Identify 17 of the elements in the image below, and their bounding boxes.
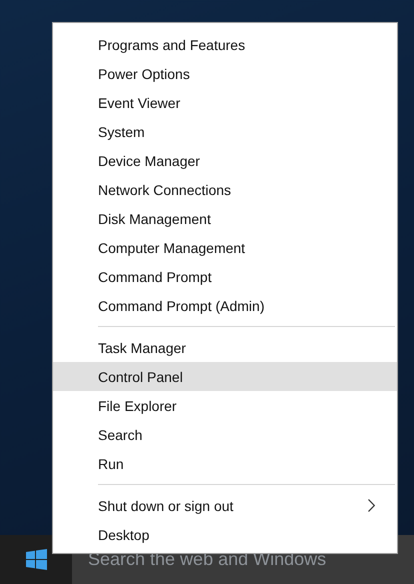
menu-item[interactable]: Network Connections	[53, 175, 397, 204]
menu-item[interactable]: Computer Management	[53, 233, 397, 262]
menu-item[interactable]: Disk Management	[53, 204, 397, 233]
menu-item[interactable]: Programs and Features	[53, 30, 397, 59]
menu-item[interactable]: Control Panel	[53, 362, 397, 391]
menu-item[interactable]: Device Manager	[53, 146, 397, 175]
menu-item[interactable]: Run	[53, 449, 397, 478]
menu-item[interactable]: System	[53, 117, 397, 146]
menu-item[interactable]: Command Prompt	[53, 262, 397, 291]
menu-item[interactable]: Power Options	[53, 59, 397, 88]
windows-logo-icon[interactable]	[26, 549, 46, 570]
menu-item[interactable]: Shut down or sign out	[53, 491, 397, 520]
menu-item[interactable]: Command Prompt (Admin)	[53, 291, 397, 320]
menu-item[interactable]: Event Viewer	[53, 88, 397, 117]
menu-item[interactable]: Task Manager	[53, 333, 397, 362]
menu-item[interactable]: File Explorer	[53, 391, 397, 420]
menu-item[interactable]: Search	[53, 420, 397, 449]
